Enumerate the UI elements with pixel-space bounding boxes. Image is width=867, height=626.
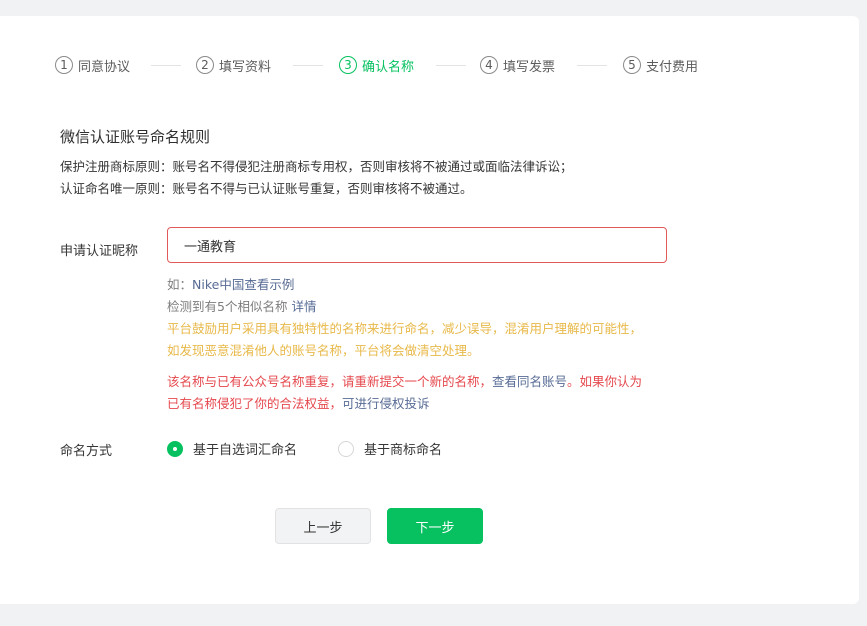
error-text: 已有名称侵犯了你的合法权益， [167,396,343,411]
step-number: 4 [480,56,498,74]
radio-unchecked-icon[interactable] [338,440,354,457]
step-fill-info: 2 填写资料 [196,54,271,76]
step-label: 支付费用 [646,59,699,75]
step-number: 1 [55,56,73,74]
naming-mode-label: 命名方式 [60,444,113,459]
step-divider [436,65,466,66]
name-field-label: 申请认证昵称 [60,244,139,259]
radio-custom-vocabulary[interactable]: 基于自选词汇命名 [167,439,297,458]
step-agree: 1 同意协议 [55,54,130,76]
step-label: 同意协议 [78,59,131,75]
step-label: 填写资料 [219,59,272,75]
duplicate-error-line1: 该名称与已有公众号名称重复，请重新提交一个新的名称，查看同名账号。如果你认为 [167,371,642,390]
step-confirm-name: 3 确认名称 [339,54,414,76]
radio-checked-icon[interactable] [167,440,183,457]
step-label: 确认名称 [362,59,415,75]
example-prefix: 如： [167,277,193,292]
rule-unique: 认证命名唯一原则：账号名不得与已认证账号重复，否则审核将不被通过。 [60,181,473,196]
view-same-name-link[interactable]: 查看同名账号 [492,374,567,389]
step-divider [151,65,181,66]
step-number: 3 [339,56,357,74]
step-number: 5 [623,56,641,74]
step-invoice: 4 填写发票 [480,54,555,76]
radio-trademark[interactable]: 基于商标命名 [338,439,442,458]
step-divider [293,65,323,66]
radio-label: 基于商标命名 [364,443,443,458]
infringement-complaint-link[interactable]: 可进行侵权投诉 [342,396,430,411]
duplicate-error-line2: 已有名称侵犯了你的合法权益，可进行侵权投诉 [167,393,430,412]
similar-names-hint: 检测到有5个相似名称 详情 [167,296,316,315]
similar-text: 检测到有5个相似名称 [167,299,292,314]
step-label: 填写发票 [503,59,556,75]
main-card: 1 同意协议 2 填写资料 3 确认名称 4 填写发票 5 支付费用 微信认证账… [0,16,859,604]
naming-tip-line1: 平台鼓励用户采用具有独特性的名称来进行命名，减少误导，混淆用户理解的可能性， [167,321,643,336]
error-text: 该名称与已有公众号名称重复，请重新提交一个新的名称， [167,374,493,389]
error-text: 。如果你认为 [567,374,643,389]
next-step-button[interactable]: 下一步 [387,508,483,544]
step-number: 2 [196,56,214,74]
radio-label: 基于自选词汇命名 [193,443,298,458]
step-divider [577,65,607,66]
rules-title: 微信认证账号命名规则 [60,128,211,146]
similar-details-link[interactable]: 详情 [291,299,316,314]
example-link[interactable]: Nike中国查看示例 [192,277,294,292]
naming-tip-line2: 如发现恶意混淆他人的账号名称，平台将会做清空处理。 [167,343,480,358]
prev-step-button[interactable]: 上一步 [275,508,371,544]
rule-trademark: 保护注册商标原则：账号名不得侵犯注册商标专用权，否则审核将不被通过或面临法律诉讼… [60,159,573,174]
example-hint: 如：Nike中国查看示例 [167,274,294,293]
step-payment: 5 支付费用 [623,54,698,76]
nickname-input[interactable] [167,227,667,263]
